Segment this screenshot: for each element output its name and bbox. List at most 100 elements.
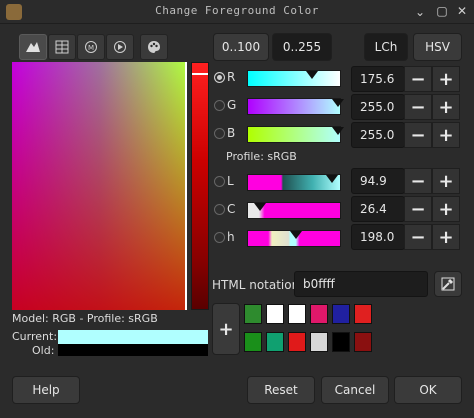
g-label: G bbox=[227, 98, 237, 112]
window-title: Change Foreground Color bbox=[155, 4, 319, 17]
plus-icon: + bbox=[438, 124, 454, 146]
plus-icon: + bbox=[438, 170, 454, 192]
b-scale[interactable] bbox=[247, 126, 344, 143]
tab-watercolor-selector[interactable]: M bbox=[77, 34, 105, 60]
maximize-icon[interactable]: ▢ bbox=[434, 3, 450, 19]
h-scale[interactable] bbox=[247, 230, 341, 247]
r-decrement-button[interactable]: − bbox=[404, 66, 432, 92]
c-decrement-button[interactable]: − bbox=[404, 196, 432, 222]
b-radio[interactable] bbox=[214, 128, 225, 139]
color-square-cursor bbox=[185, 62, 187, 310]
b-increment-button[interactable]: + bbox=[432, 122, 460, 148]
add-icon: + bbox=[218, 318, 234, 340]
c-increment-button[interactable]: + bbox=[432, 196, 460, 222]
watercolor-selector-icon: M bbox=[85, 41, 97, 53]
c-radio[interactable] bbox=[214, 204, 225, 215]
color-history bbox=[244, 304, 374, 356]
current-color-swatch bbox=[58, 330, 208, 344]
reset-button[interactable]: Reset bbox=[247, 376, 315, 404]
g-decrement-button[interactable]: − bbox=[404, 94, 432, 120]
html-notation-label: HTML notation: bbox=[212, 278, 304, 292]
b-decrement-button[interactable]: − bbox=[404, 122, 432, 148]
history-swatch[interactable] bbox=[310, 304, 328, 324]
minus-icon: − bbox=[410, 68, 426, 90]
tab-gimp-selector[interactable] bbox=[19, 34, 47, 60]
c-label: C bbox=[227, 202, 236, 216]
plus-icon: + bbox=[438, 96, 454, 118]
minus-icon: − bbox=[410, 124, 426, 146]
l-increment-button[interactable]: + bbox=[432, 168, 460, 194]
color-picker-button[interactable] bbox=[434, 271, 462, 297]
l-scale-marker[interactable] bbox=[326, 175, 338, 183]
history-swatch[interactable] bbox=[244, 332, 262, 352]
history-swatch[interactable] bbox=[332, 332, 350, 352]
h-increment-button[interactable]: + bbox=[432, 224, 460, 250]
palette-selector-icon bbox=[148, 41, 160, 53]
tab-cmyk-selector[interactable] bbox=[48, 34, 76, 60]
r-label: R bbox=[227, 70, 236, 84]
color-square[interactable] bbox=[12, 62, 187, 310]
c-scale[interactable] bbox=[247, 202, 341, 219]
add-to-history-button[interactable]: + bbox=[212, 303, 240, 355]
history-swatch[interactable] bbox=[354, 332, 372, 352]
tab-wheel-selector[interactable] bbox=[106, 34, 134, 60]
c-value-input[interactable]: 26.4 bbox=[351, 196, 405, 222]
html-notation-input[interactable]: b0ffff bbox=[294, 271, 428, 297]
c-scale-marker[interactable] bbox=[254, 203, 266, 211]
history-swatch[interactable] bbox=[288, 332, 306, 352]
r-radio[interactable] bbox=[214, 72, 225, 83]
svg-text:M: M bbox=[88, 44, 94, 52]
current-label: Current: bbox=[12, 330, 58, 343]
plus-icon: + bbox=[438, 226, 454, 248]
history-swatch[interactable] bbox=[266, 304, 284, 324]
wheel-selector-icon bbox=[114, 41, 126, 53]
minus-icon: − bbox=[410, 96, 426, 118]
cmyk-selector-icon bbox=[55, 40, 69, 54]
cancel-button[interactable]: Cancel bbox=[321, 376, 389, 404]
history-swatch[interactable] bbox=[288, 304, 306, 324]
hsv-button[interactable]: HSV bbox=[413, 33, 462, 61]
model-label: Model: RGB - Profile: sRGB bbox=[12, 312, 158, 325]
ok-button[interactable]: OK bbox=[394, 376, 462, 404]
g-increment-button[interactable]: + bbox=[432, 94, 460, 120]
g-scale[interactable] bbox=[247, 98, 344, 115]
r-scale[interactable] bbox=[247, 70, 341, 87]
l-label: L bbox=[227, 174, 234, 188]
b-value-input[interactable]: 255.0 bbox=[351, 122, 405, 148]
l-value-input[interactable]: 94.9 bbox=[351, 168, 405, 194]
b-scale-marker[interactable] bbox=[332, 127, 344, 135]
history-swatch[interactable] bbox=[244, 304, 262, 324]
r-value-input[interactable]: 175.6 bbox=[351, 66, 405, 92]
window-menu-icon[interactable]: ⌄ bbox=[412, 4, 428, 20]
g-value-input[interactable]: 255.0 bbox=[351, 94, 405, 120]
l-radio[interactable] bbox=[214, 176, 225, 187]
range-0-255-button[interactable]: 0..255 bbox=[272, 33, 332, 61]
h-label: h bbox=[227, 230, 235, 244]
minus-icon: − bbox=[410, 226, 426, 248]
history-swatch[interactable] bbox=[266, 332, 284, 352]
help-button[interactable]: Help bbox=[12, 376, 80, 404]
close-icon[interactable]: ✕ bbox=[454, 3, 470, 19]
lch-button[interactable]: LCh bbox=[364, 33, 408, 61]
channel-strip[interactable] bbox=[191, 62, 209, 310]
h-decrement-button[interactable]: − bbox=[404, 224, 432, 250]
history-swatch[interactable] bbox=[332, 304, 350, 324]
tab-palette-selector[interactable] bbox=[140, 34, 168, 60]
old-color-swatch bbox=[58, 344, 208, 356]
g-radio[interactable] bbox=[214, 100, 225, 111]
profile-label: Profile: sRGB bbox=[226, 150, 297, 163]
r-scale-marker[interactable] bbox=[306, 71, 318, 79]
g-scale-marker[interactable] bbox=[332, 99, 344, 107]
gimp-selector-icon bbox=[26, 42, 40, 52]
l-scale[interactable] bbox=[247, 174, 341, 191]
r-increment-button[interactable]: + bbox=[432, 66, 460, 92]
history-swatch[interactable] bbox=[354, 304, 372, 324]
h-radio[interactable] bbox=[214, 232, 225, 243]
range-0-100-button[interactable]: 0..100 bbox=[213, 33, 269, 61]
b-label: B bbox=[227, 126, 236, 140]
h-value-input[interactable]: 198.0 bbox=[351, 224, 405, 250]
history-swatch[interactable] bbox=[310, 332, 328, 352]
l-decrement-button[interactable]: − bbox=[404, 168, 432, 194]
eyedropper-icon bbox=[441, 277, 455, 291]
h-scale-marker[interactable] bbox=[290, 231, 302, 239]
